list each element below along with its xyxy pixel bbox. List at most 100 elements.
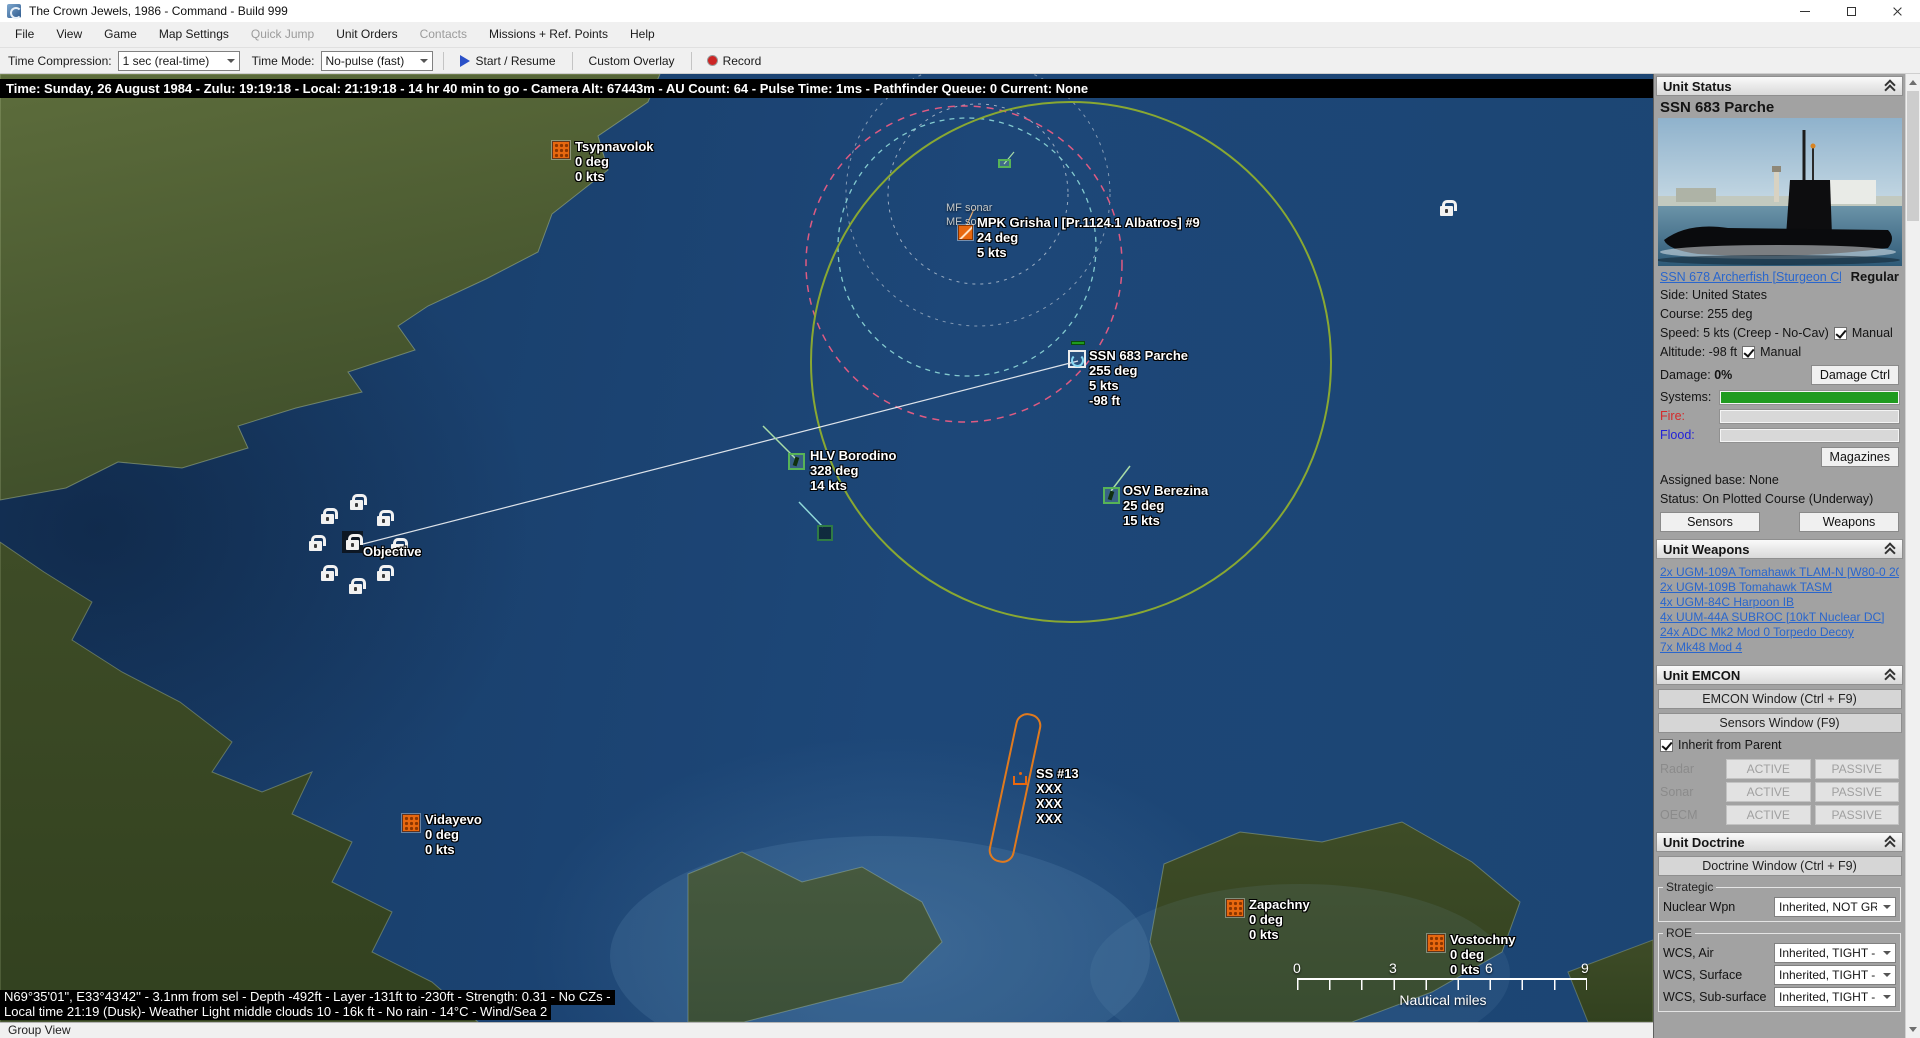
weapon-link[interactable]: 2x UGM-109A Tomahawk TLAM-N [W80-0 200k xyxy=(1660,565,1899,580)
map-unit-vidayevo[interactable]: Vidayevo0 deg0 kts xyxy=(403,815,419,831)
weapons-button[interactable]: Weapons xyxy=(1799,512,1899,532)
systems-bar-fill xyxy=(1721,392,1898,403)
damage-ctrl-button[interactable]: Damage Ctrl xyxy=(1811,365,1899,385)
scale-tick-label: 0 xyxy=(1293,960,1301,976)
magazines-button[interactable]: Magazines xyxy=(1821,447,1899,467)
speed-manual-checkbox[interactable] xyxy=(1834,327,1847,340)
sonar-passive-button[interactable]: PASSIVE xyxy=(1815,782,1900,802)
map-unit-berezina[interactable]: OSV Berezina25 deg15 kts xyxy=(1103,487,1120,504)
altitude-manual-label: Manual xyxy=(1760,345,1801,359)
weapon-link[interactable]: 7x Mk48 Mod 4 xyxy=(1660,640,1899,655)
installation-icon xyxy=(553,142,569,158)
refpoint-lock-icon[interactable] xyxy=(377,571,390,581)
installation-icon xyxy=(403,815,419,831)
scroll-up-arrow[interactable] xyxy=(1906,74,1920,90)
menu-unit-orders[interactable]: Unit Orders xyxy=(325,22,408,47)
maximize-button[interactable] xyxy=(1828,0,1874,22)
menu-missions-ref-points[interactable]: Missions + Ref. Points xyxy=(478,22,619,47)
unit-label: HLV Borodino328 deg14 kts xyxy=(810,448,896,493)
map-contact-small[interactable] xyxy=(998,159,1011,168)
collapse-chevron-icon[interactable] xyxy=(1883,669,1896,681)
wcs-air-select[interactable]: Inherited, TIGHT - xyxy=(1774,943,1896,963)
menu-quick-jump: Quick Jump xyxy=(240,22,325,47)
weapon-link[interactable]: 4x UGM-84C Harpoon IB xyxy=(1660,595,1899,610)
custom-overlay-button[interactable]: Custom Overlay xyxy=(583,50,681,72)
emcon-window-button[interactable]: EMCON Window (Ctrl + F9) xyxy=(1658,689,1902,709)
sonar-active-button[interactable]: ACTIVE xyxy=(1726,782,1811,802)
start-resume-button[interactable]: Start / Resume xyxy=(454,50,562,72)
sensors-button[interactable]: Sensors xyxy=(1660,512,1760,532)
unit-class-link[interactable]: SSN 678 Archerfish [Sturgeon Cl xyxy=(1660,270,1841,284)
time-mode-select[interactable]: No-pulse (fast) xyxy=(321,51,433,71)
doctrine-window-button[interactable]: Doctrine Window (Ctrl + F9) xyxy=(1658,856,1902,876)
sub-contact-marker[interactable] xyxy=(1013,776,1027,785)
oecm-passive-button[interactable]: PASSIVE xyxy=(1815,805,1900,825)
unit-weapons-header[interactable]: Unit Weapons xyxy=(1656,539,1903,559)
scale-tick-label: 6 xyxy=(1485,960,1493,976)
map-unit-grisha[interactable]: MPK Grisha I [Pr.1124.1 Albatros] #924 d… xyxy=(958,225,973,240)
sensors-window-button[interactable]: Sensors Window (F9) xyxy=(1658,713,1902,733)
minimize-button[interactable] xyxy=(1782,0,1828,22)
tactical-map[interactable]: Time: Sunday, 26 August 1984 - Zulu: 19:… xyxy=(0,74,1653,1022)
map-unit-vostochny[interactable]: Vostochny0 deg0 kts xyxy=(1428,935,1444,951)
menu-map-settings[interactable]: Map Settings xyxy=(148,22,240,47)
menu-game[interactable]: Game xyxy=(93,22,148,47)
oecm-active-button[interactable]: ACTIVE xyxy=(1726,805,1811,825)
refpoint-lock-icon[interactable] xyxy=(350,500,363,510)
scroll-down-arrow[interactable] xyxy=(1906,1022,1920,1038)
strategic-legend: Strategic xyxy=(1663,880,1716,894)
panel-title: Unit Status xyxy=(1663,79,1732,94)
inherit-parent-checkbox[interactable] xyxy=(1660,739,1673,752)
refpoint-lock-icon[interactable] xyxy=(321,514,334,524)
record-label: Record xyxy=(723,54,762,68)
weapon-link[interactable]: 2x UGM-109B Tomahawk TASM xyxy=(1660,580,1899,595)
collapse-chevron-icon[interactable] xyxy=(1883,543,1896,555)
nuclear-wpn-label: Nuclear Wpn xyxy=(1663,900,1735,914)
wcs-subsurface-select[interactable]: Inherited, TIGHT - xyxy=(1774,987,1896,1007)
altitude-manual-checkbox[interactable] xyxy=(1742,346,1755,359)
time-compression-label: Time Compression: xyxy=(8,54,112,68)
panel-title: Unit Doctrine xyxy=(1663,835,1745,850)
chevron-down-icon xyxy=(1883,905,1891,913)
nuclear-wpn-select[interactable]: Inherited, NOT GR xyxy=(1774,897,1896,917)
map-unit-tsypnavolok[interactable]: Tsypnavolok0 deg0 kts xyxy=(553,142,569,158)
unit-label: SSN 683 Parche255 deg5 kts-98 ft xyxy=(1089,348,1188,408)
right-sidebar: Unit Status SSN 683 Parche xyxy=(1653,74,1905,1038)
side-label: Side: United States xyxy=(1654,285,1905,304)
scale-caption: Nautical miles xyxy=(1297,992,1589,1008)
menu-help[interactable]: Help xyxy=(619,22,666,47)
refpoint-lock-icon[interactable] xyxy=(377,516,390,526)
time-compression-select[interactable]: 1 sec (real-time) xyxy=(118,51,240,71)
refpoint-lock-icon[interactable] xyxy=(321,571,334,581)
altitude-label: Altitude: -98 ft xyxy=(1660,345,1737,359)
map-unit-parche[interactable]: SSN 683 Parche255 deg5 kts-98 ft xyxy=(1068,350,1086,368)
weapon-link[interactable]: 4x UUM-44A SUBROC [10kT Nuclear DC] xyxy=(1660,610,1899,625)
refpoint-lock-icon[interactable] xyxy=(1440,206,1453,216)
map-unit-borodino[interactable]: HLV Borodino328 deg14 kts xyxy=(788,453,805,470)
unit-label: Tsypnavolok0 deg0 kts xyxy=(575,139,654,184)
menu-view[interactable]: View xyxy=(45,22,93,47)
collapse-chevron-icon[interactable] xyxy=(1883,80,1896,92)
speed-manual-label: Manual xyxy=(1852,326,1893,340)
weapon-link[interactable]: 24x ADC Mk2 Mod 0 Torpedo Decoy xyxy=(1660,625,1899,640)
refpoint-lock-icon[interactable] xyxy=(349,584,362,594)
radar-active-button[interactable]: ACTIVE xyxy=(1726,759,1811,779)
wcs-surface-select[interactable]: Inherited, TIGHT - xyxy=(1774,965,1896,985)
roe-group: ROE WCS, Air Inherited, TIGHT - WCS, Sur… xyxy=(1658,926,1901,1012)
sidebar-scrollbar[interactable] xyxy=(1905,74,1920,1038)
collapse-chevron-icon[interactable] xyxy=(1883,836,1896,848)
map-unit-zapachny[interactable]: Zapachny0 deg0 kts xyxy=(1227,900,1243,916)
refpoint-lock-icon[interactable] xyxy=(309,541,322,551)
unit-status-header[interactable]: Unit Status xyxy=(1656,76,1903,96)
unit-emcon-header[interactable]: Unit EMCON xyxy=(1656,665,1903,685)
scrollbar-thumb[interactable] xyxy=(1907,91,1919,221)
record-button[interactable]: Record xyxy=(702,50,768,72)
radar-passive-button[interactable]: PASSIVE xyxy=(1815,759,1900,779)
menu-file[interactable]: File xyxy=(4,22,45,47)
proficiency-label: Regular xyxy=(1851,269,1899,284)
app-window: The Crown Jewels, 1986 - Command - Build… xyxy=(0,0,1920,1038)
objective-lock-icon[interactable] xyxy=(346,540,359,550)
map-contact-sub[interactable] xyxy=(817,525,833,541)
close-button[interactable] xyxy=(1874,0,1920,22)
unit-doctrine-header[interactable]: Unit Doctrine xyxy=(1656,832,1903,852)
